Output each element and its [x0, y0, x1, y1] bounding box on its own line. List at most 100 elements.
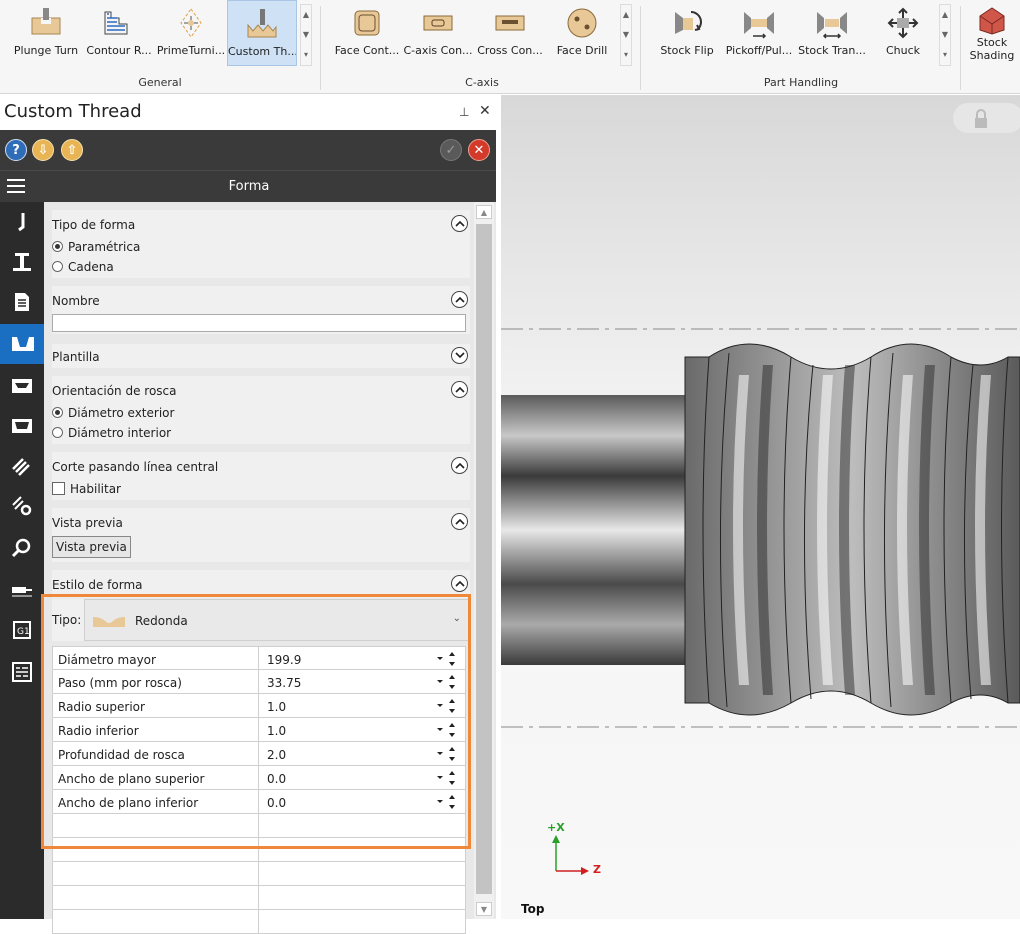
radio-dot[interactable] — [52, 407, 63, 418]
ribbon: Plunge Turn Contour R... PrimeTurni... C… — [0, 0, 1020, 94]
face-drill-button[interactable]: Face Drill — [547, 0, 617, 66]
habilitar-checkbox[interactable]: Habilitar — [52, 482, 121, 496]
scroll-up-icon[interactable]: ▲ — [476, 205, 492, 219]
download-icon[interactable]: ⇩ — [32, 139, 54, 161]
checkbox-box[interactable] — [52, 482, 65, 495]
contour-rough-button[interactable]: Contour R... — [84, 0, 154, 66]
radio-cadena[interactable]: Cadena — [52, 260, 114, 274]
face-contour-button[interactable]: Face Cont... — [332, 0, 402, 66]
radio-parametrica[interactable]: Paramétrica — [52, 240, 140, 254]
nombre-input[interactable] — [52, 314, 466, 332]
custom-thread-button[interactable]: Custom Th... — [227, 0, 297, 66]
param-name: Diámetro mayor — [52, 647, 259, 671]
ribbon-group-parthandling-label: Part Handling — [763, 76, 839, 89]
param-value-input[interactable]: 1.0 — [259, 694, 466, 718]
cross-contour-icon — [495, 15, 525, 31]
ribbon-parthandling-scroll[interactable]: ▲ ▼ ▾ — [939, 4, 951, 66]
ribbon-separator — [640, 6, 641, 90]
primeturning-button[interactable]: PrimeTurni... — [156, 0, 226, 66]
sidebar-item-settings[interactable] — [0, 486, 44, 526]
plunge-turn-button[interactable]: Plunge Turn — [10, 0, 82, 66]
chuck-button[interactable]: Chuck — [868, 0, 938, 66]
pin-icon[interactable]: ⊥ — [459, 105, 469, 119]
panel-headbar: Forma — [0, 170, 496, 202]
sidebar-item-gcode[interactable]: G1 — [0, 610, 44, 650]
tool-path-icon — [12, 587, 32, 597]
tipo-dropdown[interactable]: Redonda ⌄ — [84, 599, 470, 641]
scroll-down-icon[interactable]: ▼ — [476, 902, 492, 916]
scroll-thumb[interactable] — [476, 224, 492, 894]
face-drill-icon — [567, 8, 597, 38]
radio-diametro-interior[interactable]: Diámetro interior — [52, 426, 171, 440]
collapse-up-icon[interactable] — [451, 381, 468, 398]
custom-thread-icon — [247, 9, 277, 38]
radio-dot[interactable] — [52, 261, 63, 272]
collapse-up-icon[interactable] — [451, 457, 468, 474]
c-axis-contour-button[interactable]: C-axis Con... — [403, 0, 473, 66]
spinner-icon[interactable] — [435, 721, 459, 739]
thread-shape-icon — [12, 337, 34, 351]
primeturning-icon — [180, 8, 202, 38]
table-row-empty — [52, 862, 466, 886]
table-row: Paso (mm por rosca) 33.75 — [52, 670, 466, 694]
section-orientacion: Orientación de rosca Diámetro exterior D… — [52, 376, 470, 444]
spinner-icon[interactable] — [435, 673, 459, 691]
sidebar-item-linking[interactable] — [0, 446, 44, 486]
stock-flip-button[interactable]: Stock Flip — [652, 0, 722, 66]
collapse-up-icon[interactable] — [451, 291, 468, 308]
sidebar-item-passes[interactable] — [0, 406, 44, 446]
spinner-icon[interactable] — [435, 650, 459, 668]
stock-shading-button[interactable]: Stock Shading — [964, 0, 1020, 66]
help-icon[interactable]: ? — [5, 139, 27, 161]
sidebar-item-parameters[interactable] — [0, 282, 44, 322]
sidebar-item-tool-path[interactable] — [0, 570, 44, 610]
collapse-up-icon[interactable] — [451, 575, 468, 592]
param-value-input[interactable]: 33.75 — [259, 670, 466, 694]
ribbon-general-scroll[interactable]: ▲ ▼ ▾ — [300, 4, 312, 66]
chuck-icon — [887, 7, 919, 39]
gcode-icon: G1 — [13, 621, 31, 639]
spinner-icon[interactable] — [435, 745, 459, 763]
upload-icon[interactable]: ⇧ — [61, 139, 83, 161]
sidebar-item-holder[interactable] — [0, 242, 44, 282]
section-title: Tipo de forma — [52, 218, 136, 232]
radio-diametro-exterior[interactable]: Diámetro exterior — [52, 406, 174, 420]
spinner-icon[interactable] — [435, 769, 459, 787]
panel-close-icon[interactable]: ✕ — [479, 103, 491, 119]
param-value-input[interactable]: 199.9 — [259, 647, 466, 671]
3d-viewport[interactable]: +X Z Top — [501, 95, 1020, 919]
param-value-input[interactable]: 1.0 — [259, 718, 466, 742]
pickoff-pull-button[interactable]: Pickoff/Pul... — [722, 0, 796, 66]
sidebar-item-summary[interactable] — [0, 652, 44, 692]
panel-title: Custom Thread — [4, 101, 142, 122]
radio-dot[interactable] — [52, 241, 63, 252]
cancel-icon[interactable]: ✕ — [468, 139, 490, 161]
sidebar-item-cut-params[interactable] — [0, 366, 44, 406]
magnifier-icon — [11, 538, 31, 558]
sidebar-item-tool[interactable] — [0, 202, 44, 242]
ribbon-caxis-scroll[interactable]: ▲ ▼ ▾ — [620, 4, 632, 66]
param-value-input[interactable]: 0.0 — [259, 790, 466, 814]
ok-icon[interactable]: ✓ — [440, 139, 462, 161]
param-value-input[interactable]: 2.0 — [259, 742, 466, 766]
collapse-up-icon[interactable] — [451, 513, 468, 530]
table-row: Profundidad de rosca 2.0 — [52, 742, 466, 766]
cross-contour-button[interactable]: Cross Con... — [475, 0, 545, 66]
expand-down-icon[interactable] — [451, 347, 468, 364]
section-title: Vista previa — [52, 516, 123, 530]
form-scrollbar[interactable]: ▲ ▼ — [474, 202, 494, 919]
thread-model-render — [501, 328, 1020, 875]
sidebar-item-shape[interactable] — [0, 324, 44, 364]
param-value-input[interactable]: 0.0 — [259, 766, 466, 790]
spinner-icon[interactable] — [435, 697, 459, 715]
panel-titlebar: Custom Thread ⊥ ✕ — [0, 95, 496, 129]
radio-dot[interactable] — [52, 427, 63, 438]
spinner-icon[interactable] — [435, 793, 459, 811]
collapse-up-icon[interactable] — [451, 215, 468, 232]
holder-icon — [13, 253, 31, 271]
hamburger-menu-icon[interactable] — [7, 179, 25, 193]
stock-transfer-button[interactable]: Stock Tran... — [796, 0, 868, 66]
vista-previa-button[interactable]: Vista previa — [52, 536, 131, 558]
param-name: Radio inferior — [52, 718, 259, 742]
sidebar-item-inspect[interactable] — [0, 528, 44, 568]
